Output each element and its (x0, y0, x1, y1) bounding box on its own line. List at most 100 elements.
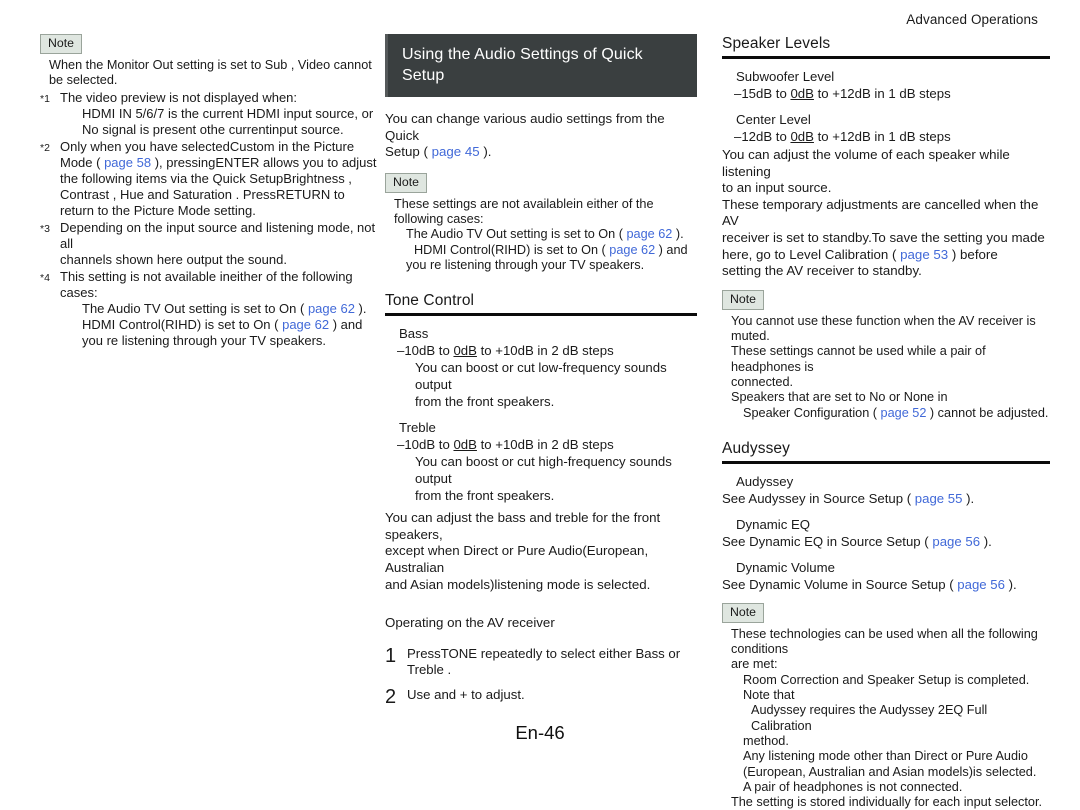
intro-paragraph: You can change various audio settings fr… (385, 111, 697, 161)
see-reference: See Audyssey in Source Setup ( page 55 )… (722, 490, 1050, 507)
running-head: Advanced Operations (906, 12, 1038, 27)
footnote-marker: *2 (40, 141, 50, 154)
range-text: 10dB to (404, 437, 454, 453)
note-line: These settings are not availablein eithe… (394, 196, 654, 227)
note-line: are met: (731, 657, 778, 672)
setting-title: Treble (399, 420, 436, 436)
see-text: ). (980, 533, 992, 549)
intro-line: You can change various audio settings fr… (385, 111, 665, 143)
footnote-line: This setting is not available ineither o… (60, 268, 353, 300)
note-line-text: ). (672, 227, 684, 242)
note-line: When the Monitor Out setting is set to S… (49, 58, 372, 72)
paragraph-line: You can adjust the volume of each speake… (722, 147, 1010, 179)
see-reference: See Dynamic Volume in Source Setup ( pag… (722, 576, 1050, 593)
footnote-text: Only when you have selectedCustom in the… (60, 139, 385, 219)
chapter-header-line: Using the Audio Settings of Quick (402, 46, 643, 63)
setting-title: Subwoofer Level (736, 69, 835, 84)
page-link[interactable]: page 52 (881, 406, 927, 420)
footnote-line: return to the Picture Mode setting. (60, 202, 256, 218)
setting-title: Audyssey (736, 473, 794, 489)
note-line: The setting is stored individually for e… (731, 795, 1043, 810)
note-badge: Note (40, 34, 82, 54)
middle-column: Using the Audio Settings of Quick Setup … (385, 34, 697, 707)
page-number: En-46 (515, 722, 565, 743)
page-link[interactable]: page 62 (282, 317, 329, 332)
audyssey-note-block: Note These technologies can be used when… (722, 602, 1050, 810)
footnote-line: ). (354, 300, 367, 316)
see-reference: See Dynamic EQ in Source Setup ( page 56… (722, 533, 1050, 550)
step-line: Use and + to adjust. (407, 686, 525, 702)
note-line: Speaker Configuration ( page 52 ) cannot… (731, 406, 1050, 421)
note-line-text: ) cannot be adjusted. (926, 405, 1049, 420)
page-link[interactable]: page 55 (915, 491, 963, 506)
footnote-line: HDMI IN 5/6/7 is the current HDMI input … (82, 105, 374, 121)
note-line: You cannot use these function when the A… (731, 313, 1036, 344)
note-line-text: The Audio TV Out setting is set to On ( (406, 227, 627, 242)
footnote-marker: *4 (40, 271, 50, 284)
paragraph-line: receiver is set to standby.To save the s… (722, 229, 1045, 245)
footnote-line: the following items via the Quick SetupB… (60, 170, 352, 186)
setting-desc: from the front speakers. (415, 488, 555, 504)
tone-paragraph: You can adjust the bass and treble for t… (385, 510, 697, 593)
footnote-line: channels shown here output the sound. (60, 251, 287, 267)
footnote-line: ) and (329, 316, 363, 332)
note-line: HDMI Control(RIHD) is set to On ( page 6… (394, 243, 697, 258)
setting-desc: You can boost or cut high-frequency soun… (415, 454, 672, 487)
note-line: A pair of headphones is not connected. (743, 779, 963, 794)
note-line-text: ) and (655, 242, 688, 257)
page-link[interactable]: page 58 (104, 155, 151, 170)
setting-title: Dynamic Volume (736, 559, 835, 575)
note-line: you re listening through your TV speaker… (406, 257, 645, 272)
setting-range: 12dB to 0dB to +12dB in 1 dB steps (722, 128, 1050, 145)
page-link[interactable]: page 56 (932, 534, 980, 549)
step-number: 1 (385, 644, 397, 667)
page-link[interactable]: page 62 (627, 227, 673, 241)
note-line-text: HDMI Control(RIHD) is set to On ( (414, 242, 610, 257)
note-body: These technologies can be used when all … (722, 627, 1050, 810)
footnote-1: *1 The video preview is not displayed wh… (40, 90, 385, 138)
chapter-header: Using the Audio Settings of Quick Setup (385, 34, 697, 97)
footnote-text: The video preview is not displayed when:… (60, 90, 385, 138)
note-badge: Note (722, 602, 764, 623)
note-line-text: Speaker Configuration ( (743, 405, 881, 420)
page-link[interactable]: page 56 (957, 577, 1005, 592)
speaker-levels-paragraph-2: These temporary adjustments are cancelle… (722, 197, 1050, 280)
audyssey-item-dynamic-eq: Dynamic EQ See Dynamic EQ in Source Setu… (722, 516, 1050, 550)
treble-setting: Treble 10dB to 0dB to +10dB in 2 dB step… (385, 419, 697, 504)
setting-range: 10dB to 0dB to +10dB in 2 dB steps (385, 436, 697, 453)
page-link[interactable]: page 62 (609, 243, 655, 257)
step-1: 1 PressTONE repeatedly to select either … (385, 646, 697, 679)
paragraph-line: These temporary adjustments are cancelle… (722, 196, 1039, 229)
paragraph-line: and Asian models)listening mode is selec… (385, 576, 651, 592)
setting-range: 15dB to 0dB to +12dB in 1 dB steps (722, 85, 1050, 102)
footnote-line: No signal is present othe currentinput s… (82, 121, 344, 137)
section-header-audyssey: Audyssey (722, 439, 1050, 464)
audyssey-item-dynamic-volume: Dynamic Volume See Dynamic Volume in Sou… (722, 559, 1050, 593)
subwoofer-setting: Subwoofer Level 15dB to 0dB to +12dB in … (722, 68, 1050, 102)
document-page: Advanced Operations Note When the Monito… (0, 0, 1080, 809)
bass-setting: Bass 10dB to 0dB to +10dB in 2 dB steps … (385, 325, 697, 410)
page-link[interactable]: page 45 (432, 144, 480, 159)
left-column: Note When the Monitor Out setting is set… (40, 34, 385, 349)
range-text: to +12dB in 1 dB steps (813, 86, 951, 101)
section-header-tone-control: Tone Control (385, 291, 697, 317)
footnote-line: Contrast , Hue and Saturation . PressRET… (60, 186, 345, 202)
section-header-speaker-levels: Speaker Levels (722, 34, 1050, 59)
intro-line: Setup ( page 45 ). (385, 144, 697, 161)
note-line: be selected. (49, 73, 118, 88)
range-text: 12dB to (741, 129, 791, 144)
see-text: See Dynamic Volume in Source Setup ( (722, 576, 958, 592)
page-link[interactable]: page 62 (308, 301, 355, 316)
center-setting: Center Level 12dB to 0dB to +12dB in 1 d… (722, 111, 1050, 145)
footnote-marker: *3 (40, 222, 50, 235)
see-text: ). (1004, 576, 1017, 592)
page-link[interactable]: page 53 (900, 247, 948, 262)
note-line: These settings cannot be used while a pa… (731, 344, 986, 374)
paragraph-text: here, go to Level Calibration ( (722, 246, 901, 262)
step-line: PressTONE repeatedly to select either Ba… (407, 645, 681, 661)
footnote-line: The Audio TV Out setting is set to On ( (82, 300, 308, 316)
footnote-marker: *1 (40, 92, 50, 105)
footnote-text: Depending on the input source and listen… (60, 220, 385, 268)
speaker-levels-note-block: Note You cannot use these function when … (722, 289, 1050, 421)
default-value: 0dB (453, 437, 477, 453)
